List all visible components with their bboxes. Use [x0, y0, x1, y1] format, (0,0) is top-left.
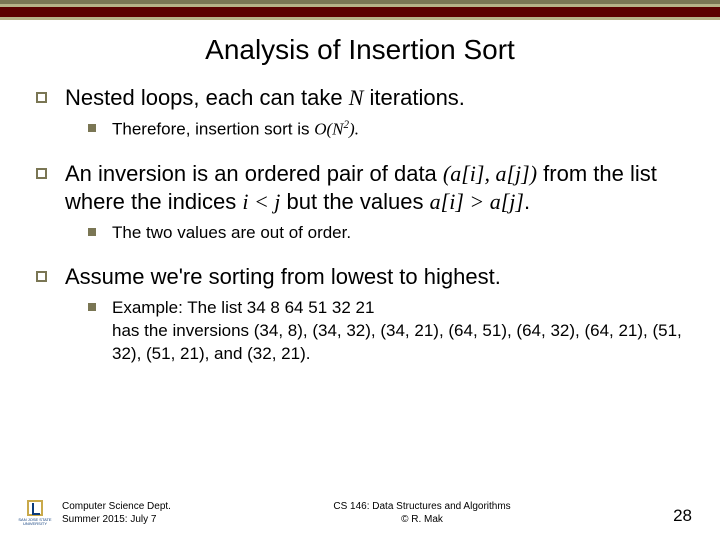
b1-var-N: N	[349, 85, 364, 110]
filled-square-bullet-icon	[88, 124, 96, 132]
decorative-top-bars	[0, 0, 720, 20]
b2-aj: a	[495, 161, 506, 186]
b2-bc3: ]	[455, 189, 464, 214]
filled-square-bullet-icon	[88, 303, 96, 311]
b2-bc4: ]	[515, 189, 524, 214]
b3s-l2: has the inversions (34, 8), (34, 32), (3…	[112, 321, 682, 363]
b1s-lead: Therefore, insertion sort is	[112, 120, 314, 139]
b2-aigt: a	[430, 189, 441, 214]
slide-footer: SAN JOSE STATE UNIVERSITY Computer Scien…	[0, 492, 720, 526]
b2-comma: ,	[484, 161, 495, 186]
b1-lead: Nested loops, each can take	[65, 85, 349, 110]
b1s-close: ).	[349, 120, 359, 139]
b2-bo4: [	[501, 189, 510, 214]
bullet-2-sub: The two values are out of order.	[88, 222, 694, 245]
bullet-2: An inversion is an ordered pair of data …	[36, 160, 694, 216]
sjsu-logo: SAN JOSE STATE UNIVERSITY	[18, 492, 52, 526]
footer-center: CS 146: Data Structures and Algorithms ©…	[333, 501, 510, 526]
bullet-1-text: Nested loops, each can take N iterations…	[65, 84, 465, 112]
footer-term: Summer 2015: July 7	[62, 514, 171, 527]
b2-aj2: a	[490, 189, 501, 214]
b1s-N: N	[332, 120, 343, 139]
b2-pc: )	[530, 161, 537, 186]
bullet-1-sub: Therefore, insertion sort is O(N2).	[88, 118, 694, 142]
square-bullet-icon	[36, 271, 47, 282]
bullet-2-sub-text: The two values are out of order.	[112, 222, 351, 245]
b2-ilt: i < j	[242, 189, 280, 214]
footer-left: SAN JOSE STATE UNIVERSITY Computer Scien…	[18, 492, 171, 526]
bar-4	[0, 17, 720, 20]
square-bullet-icon	[36, 168, 47, 179]
footer-copy: © R. Mak	[333, 514, 510, 527]
b2-bo2: [	[506, 161, 515, 186]
logo-mark	[27, 500, 43, 516]
slide-title: Analysis of Insertion Sort	[0, 34, 720, 66]
page-number: 28	[673, 506, 692, 526]
b2-p2: is an ordered pair of data	[186, 161, 443, 186]
b2-dot: .	[524, 189, 530, 214]
slide-body: Nested loops, each can take N iterations…	[0, 84, 720, 366]
filled-square-bullet-icon	[88, 228, 96, 236]
logo-text-2: UNIVERSITY	[23, 522, 47, 526]
bullet-3-sub: Example: The list 34 8 64 51 32 21 has t…	[88, 297, 694, 366]
bullet-3-text: Assume we're sorting from lowest to high…	[65, 263, 501, 291]
footer-dept: Computer Science Dept.	[62, 501, 171, 514]
b1-tail: iterations.	[363, 85, 465, 110]
footer-course: CS 146: Data Structures and Algorithms	[333, 501, 510, 514]
b1s-O: O	[314, 120, 326, 139]
b3s-l1: Example: The list 34 8 64 51 32 21	[112, 298, 374, 317]
b2-gt: >	[464, 189, 490, 214]
b2-bo1: [	[461, 161, 470, 186]
bullet-1-sub-text: Therefore, insertion sort is O(N2).	[112, 118, 359, 142]
bullet-1: Nested loops, each can take N iterations…	[36, 84, 694, 112]
b2-p4: but the values	[280, 189, 429, 214]
bullet-3: Assume we're sorting from lowest to high…	[36, 263, 694, 291]
bar-3	[0, 7, 720, 17]
footer-dept-block: Computer Science Dept. Summer 2015: July…	[62, 501, 171, 526]
b2-bc2: ]	[521, 161, 530, 186]
bullet-2-text: An inversion is an ordered pair of data …	[65, 160, 694, 216]
bullet-3-sub-text: Example: The list 34 8 64 51 32 21 has t…	[112, 297, 694, 366]
b2-inversion: inversion	[98, 161, 186, 186]
b2-bo3: [	[441, 189, 450, 214]
b2-ai: a	[450, 161, 461, 186]
b2-p1: An	[65, 161, 98, 186]
square-bullet-icon	[36, 92, 47, 103]
